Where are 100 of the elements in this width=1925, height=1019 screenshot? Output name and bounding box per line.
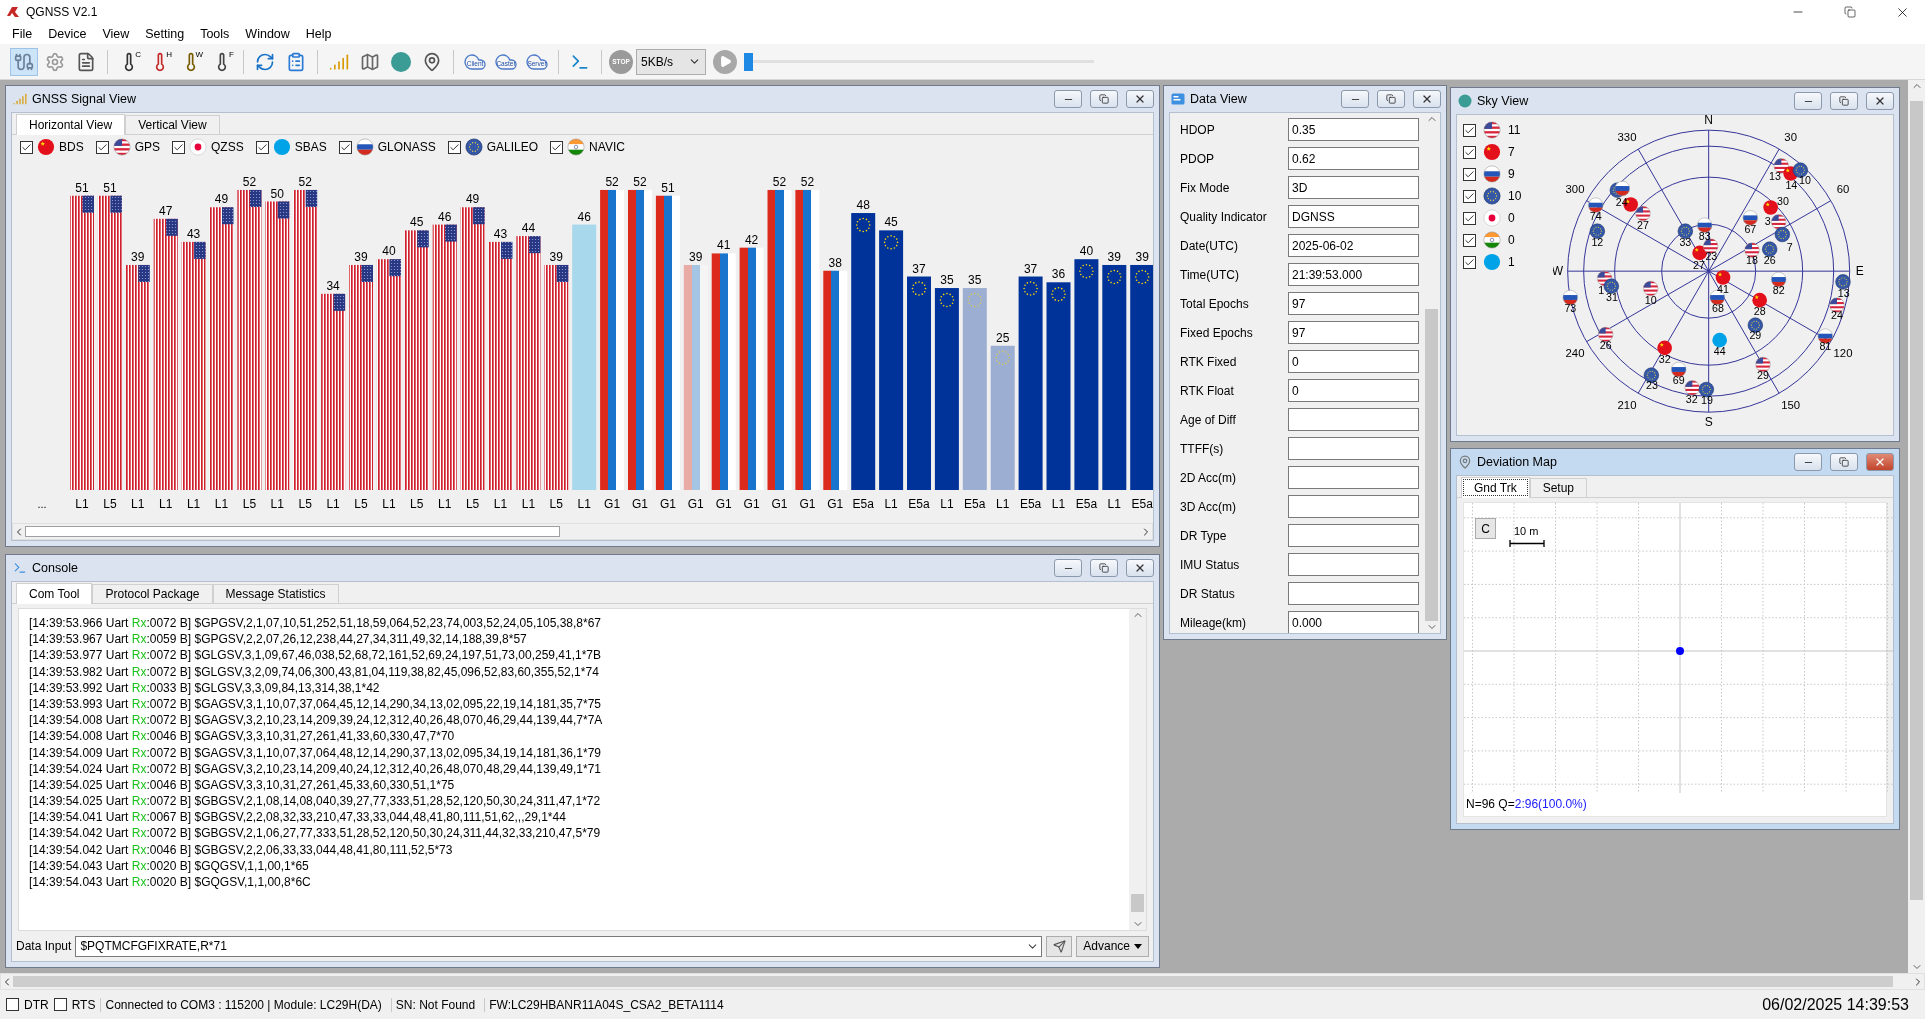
log-line: [14:39:53.977 Uart Rx:0072 B] $GLGSV,3,1,09,67,46,038,52,68,72,161,52,69,24,197,51,73,00,259,41,1*7B <box>29 647 603 664</box>
band-label: G1 <box>604 497 621 511</box>
log-line: [14:39:54.009 Uart Rx:0072 B] $GAGSV,3,1,10,07,37,064,48,12,14,290,37,13,02,095,34,19,14,181,36,1*79 <box>29 744 603 761</box>
system-label: NAVIC <box>589 140 625 154</box>
tab[interactable]: Message Statistics <box>212 584 339 603</box>
log-line: [14:39:54.024 Uart Rx:0072 B] $GAGSV,3,2,10,23,14,209,40,24,12,312,40,26,48,070,48,29,44,139,49,1*71 <box>29 760 603 777</box>
bar-value: 40 <box>1079 244 1094 259</box>
bar-value: 36 <box>1051 267 1066 282</box>
menu-item[interactable]: Setting <box>137 27 193 41</box>
log-line: [14:39:54.043 Uart Rx:0020 B] $GQGSV,1,1,00,8*6C <box>29 874 312 891</box>
bar-value: 45 <box>410 215 424 230</box>
menu-item[interactable]: Help <box>297 27 340 41</box>
compass-label: S <box>1704 415 1713 430</box>
satellite-label: 73 <box>1564 301 1577 314</box>
tab[interactable]: Gnd Trk <box>1461 477 1530 498</box>
field-label: PDOP <box>1180 151 1215 166</box>
satellite-label: 10 <box>1644 293 1657 306</box>
thermometer-button[interactable]: H <box>146 47 174 76</box>
band-label: L1 <box>75 497 89 511</box>
menu-item[interactable]: View <box>94 27 138 41</box>
band-label: L1 <box>1107 497 1121 511</box>
satellite-label: 29 <box>1757 369 1769 382</box>
satellite-label: 7 <box>1786 241 1793 254</box>
system-label: QZSS <box>211 140 244 154</box>
value-field[interactable]: 2025-06-02 <box>1288 234 1419 257</box>
tab[interactable]: Horizontal View <box>16 114 126 135</box>
band-label: E5a <box>1131 497 1153 511</box>
tab[interactable]: Vertical View <box>125 115 220 134</box>
thermometer-button[interactable]: C <box>115 47 143 76</box>
thermometer-button[interactable]: W <box>177 47 205 76</box>
band-label: G1 <box>659 497 676 511</box>
menu-item[interactable]: Device <box>40 27 95 41</box>
bar-value: 41 <box>717 238 731 253</box>
bar-value: 25 <box>996 330 1010 345</box>
menu-item[interactable]: File <box>4 27 41 41</box>
satellite-count: 11 <box>1508 123 1521 137</box>
status-text: Connected to COM3 : 115200 | Module: LC29H(DA) <box>100 997 386 1012</box>
band-label: L5 <box>410 497 424 511</box>
tab[interactable]: Com Tool <box>16 583 93 604</box>
bar-value: 51 <box>75 180 89 195</box>
bar-value: 48 <box>856 198 870 213</box>
bar-value: 52 <box>605 174 619 189</box>
band-label: E5a <box>908 497 930 511</box>
log-line: [14:39:54.043 Uart Rx:0020 B] $GQGSV,1,1,00,1*65 <box>29 857 310 874</box>
satellite-label: 41 <box>1717 282 1729 295</box>
tab[interactable]: Protocol Package <box>92 584 213 603</box>
band-label: L1 <box>521 497 536 511</box>
thermometer-button[interactable]: F <box>208 47 236 76</box>
value-field[interactable]: 0 <box>1288 379 1419 402</box>
advance-button[interactable]: Advance <box>1076 935 1149 957</box>
azimuth-label: 120 <box>1833 347 1853 360</box>
window-title: Sky View <box>1477 94 1530 108</box>
satellite-label: 32 <box>1685 392 1698 405</box>
bar-value: 35 <box>940 273 954 288</box>
data-input-field[interactable]: $PQTMCFGFIXRATE,R*71 <box>75 935 1043 957</box>
band-label: L1 <box>996 497 1010 511</box>
tab[interactable]: Setup <box>1529 478 1588 497</box>
unit-label: C <box>135 50 141 59</box>
field-label: IMU Status <box>1180 557 1241 572</box>
satellite-label: 33 <box>1679 235 1692 248</box>
satellite-count: 0 <box>1508 211 1515 225</box>
band-label: L1 <box>131 497 145 511</box>
value-field[interactable]: 3D <box>1288 176 1419 199</box>
bar-value: 44 <box>521 221 536 236</box>
field-label: DR Type <box>1180 528 1228 543</box>
band-label: L5 <box>242 497 257 511</box>
value-field[interactable]: 21:39:53.000 <box>1288 263 1419 286</box>
band-label: L1 <box>159 497 173 511</box>
value-field[interactable]: 0.000 <box>1288 611 1419 633</box>
satellite-label: 27 <box>1637 218 1649 231</box>
value-field[interactable]: 0.62 <box>1288 147 1419 170</box>
value-field[interactable]: 97 <box>1288 292 1419 315</box>
bar-value: 50 <box>270 186 284 201</box>
system-label: GPS <box>134 140 161 154</box>
satellite-label: 26 <box>1599 339 1612 352</box>
log-line: [14:39:54.008 Uart Rx:0072 B] $GAGSV,3,2,10,23,14,209,39,24,12,312,40,26,48,070,46,29,44,139,44,7*7A <box>29 712 604 729</box>
azimuth-label: 150 <box>1781 399 1801 412</box>
log-line: [14:39:53.992 Uart Rx:0033 B] $GLGSV,3,3,09,84,13,314,38,1*42 <box>29 679 381 696</box>
band-label: L1 <box>940 497 954 511</box>
bar-value: 39 <box>689 249 703 264</box>
field-label: RTK Float <box>1180 383 1235 398</box>
system-label: GALILEO <box>486 140 539 154</box>
field-label: Fixed Epochs <box>1180 325 1254 340</box>
band-label: G1 <box>715 497 732 511</box>
menu-item[interactable]: Tools <box>192 27 238 41</box>
bar-value: 43 <box>186 226 201 241</box>
value-field[interactable]: 97 <box>1288 321 1419 344</box>
value-field[interactable]: 0.35 <box>1288 118 1419 141</box>
input-label: Data Input <box>16 939 72 953</box>
field-label: RTK Fixed <box>1180 354 1238 369</box>
window-title: Deviation Map <box>1477 455 1558 469</box>
clear-button[interactable]: C <box>1475 518 1496 539</box>
azimuth-label: 300 <box>1565 183 1585 196</box>
rate-select[interactable]: 5KB/s <box>636 48 706 75</box>
app-title: QGNSS V2.1 <box>26 5 99 19</box>
value-field[interactable]: 0 <box>1288 350 1419 373</box>
bar-value: 52 <box>633 174 647 189</box>
value-field[interactable]: DGNSS <box>1288 205 1419 228</box>
satellite-count: 7 <box>1508 145 1515 159</box>
menu-item[interactable]: Window <box>237 27 298 41</box>
